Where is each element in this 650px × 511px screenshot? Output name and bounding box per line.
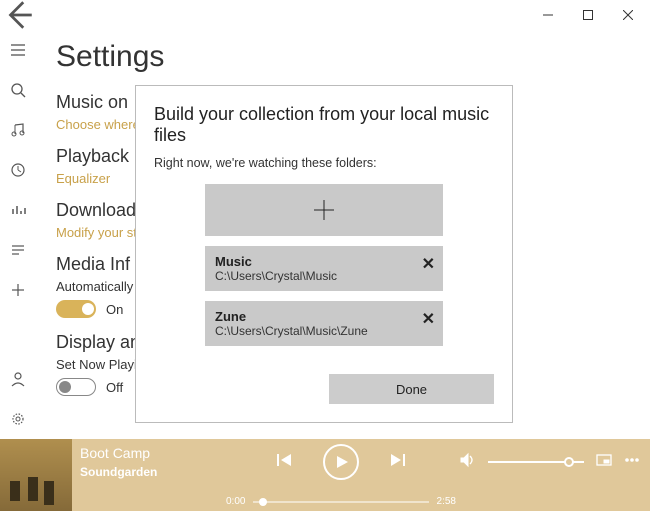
remove-folder-icon[interactable]: ✕ [422, 309, 435, 329]
miniplayer-icon[interactable] [596, 452, 612, 473]
maximize-button[interactable] [568, 0, 608, 30]
more-icon[interactable] [624, 452, 640, 473]
folders-dialog: Build your collection from your local mu… [135, 85, 513, 423]
page-title: Settings [56, 40, 630, 74]
close-button[interactable] [608, 0, 648, 30]
media-info-toggle[interactable] [56, 300, 96, 318]
track-title: Boot Camp [80, 445, 214, 461]
plus-icon [313, 199, 335, 221]
now-playing-icon[interactable] [0, 190, 36, 230]
folder-path: C:\Users\Crystal\Music\Zune [215, 324, 433, 338]
time-duration: 2:58 [437, 496, 456, 507]
search-icon[interactable] [0, 70, 36, 110]
folder-name: Music [215, 254, 433, 269]
display-toggle-label: Off [106, 380, 123, 395]
add-icon[interactable] [0, 270, 36, 310]
settings-icon[interactable] [0, 399, 36, 439]
play-button[interactable] [323, 444, 359, 480]
playlist-icon[interactable] [0, 230, 36, 270]
previous-button[interactable] [275, 451, 293, 474]
dialog-subtitle: Right now, we're watching these folders: [154, 156, 494, 170]
display-toggle[interactable] [56, 378, 96, 396]
add-folder-button[interactable] [205, 184, 443, 236]
account-icon[interactable] [0, 359, 36, 399]
media-info-toggle-label: On [106, 302, 123, 317]
music-note-icon[interactable] [0, 110, 36, 150]
recent-icon[interactable] [0, 150, 36, 190]
hamburger-icon[interactable] [0, 30, 36, 70]
folder-item[interactable]: Zune C:\Users\Crystal\Music\Zune ✕ [205, 301, 443, 346]
progress-bar[interactable]: 0:00 2:58 [222, 496, 460, 507]
player-bar: Boot Camp Soundgarden 0:00 2:58 [0, 439, 650, 511]
minimize-button[interactable] [528, 0, 568, 30]
next-button[interactable] [389, 451, 407, 474]
folder-name: Zune [215, 309, 433, 324]
track-artist: Soundgarden [80, 465, 214, 479]
done-button[interactable]: Done [329, 374, 494, 404]
volume-icon[interactable] [460, 452, 476, 473]
folder-item[interactable]: Music C:\Users\Crystal\Music ✕ [205, 246, 443, 291]
sidebar [0, 30, 36, 439]
titlebar [0, 0, 650, 30]
volume-slider[interactable] [488, 461, 584, 463]
time-elapsed: 0:00 [226, 496, 245, 507]
album-art[interactable] [0, 439, 72, 511]
track-info: Boot Camp Soundgarden [72, 439, 222, 511]
dialog-title: Build your collection from your local mu… [154, 104, 494, 146]
remove-folder-icon[interactable]: ✕ [422, 254, 435, 274]
folder-path: C:\Users\Crystal\Music [215, 269, 433, 283]
back-button[interactable] [2, 0, 36, 30]
